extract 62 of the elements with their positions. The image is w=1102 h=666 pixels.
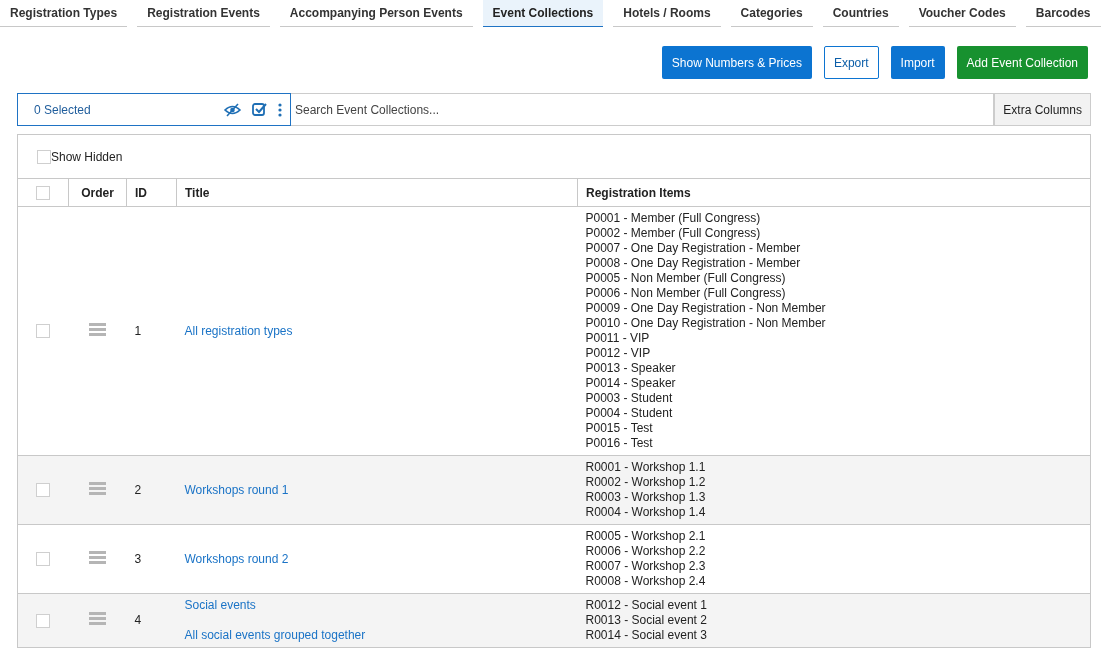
search-field[interactable]: Search Event Collections...: [291, 93, 995, 126]
registration-item: R0012 - Social event 1: [585, 598, 708, 613]
checkbox[interactable]: [37, 149, 51, 164]
selected-count: 0 Selected: [34, 102, 92, 117]
registration-item: R0005 - Workshop 2.1: [585, 529, 707, 544]
registration-item: R0013 - Social event 2: [585, 613, 708, 628]
registration-item: P0010 - One Day Registration - Non Member: [585, 316, 827, 331]
row-checkbox[interactable]: [36, 552, 51, 567]
tab[interactable]: Event Collections: [482, 0, 604, 27]
registration-item: R0001 - Workshop 1.1: [585, 460, 707, 475]
extra-columns-button[interactable]: Extra Columns: [994, 93, 1091, 126]
registration-item: P0003 - Student: [585, 391, 674, 406]
action-button[interactable]: Show Numbers & Prices: [661, 46, 812, 79]
title-link[interactable]: All registration types: [184, 323, 293, 339]
drag-handle-icon[interactable]: [89, 322, 106, 336]
action-button[interactable]: Add Event Collection: [956, 46, 1088, 79]
registration-item: R0004 - Workshop 1.4: [585, 505, 707, 520]
registration-item: R0002 - Workshop 1.2: [585, 475, 707, 490]
row-checkbox[interactable]: [36, 483, 51, 498]
hidden-eye-icon[interactable]: [224, 102, 241, 117]
registration-item: P0007 - One Day Registration - Member: [585, 241, 802, 256]
id-cell: 2: [126, 455, 177, 525]
more-icon[interactable]: [278, 102, 282, 117]
action-button[interactable]: Import: [890, 46, 945, 79]
registration-item: R0014 - Social event 3: [585, 628, 708, 643]
action-button[interactable]: Export: [823, 46, 879, 79]
registration-item: P0016 - Test: [585, 436, 654, 451]
registration-item: P0015 - Test: [585, 421, 654, 436]
id-cell: 4: [126, 593, 177, 647]
column-header: ID: [126, 178, 177, 207]
registration-item: R0008 - Workshop 2.4: [585, 574, 707, 589]
checkbox-checked-icon[interactable]: [252, 102, 267, 117]
registration-item: P0006 - Non Member (Full Congress): [585, 286, 787, 301]
select-all-checkbox[interactable]: [36, 185, 50, 200]
row-checkbox[interactable]: [36, 324, 51, 339]
registration-item: R0003 - Workshop 1.3: [585, 490, 707, 505]
column-header: Registration Items: [577, 178, 1090, 207]
drag-handle-icon[interactable]: [89, 481, 106, 495]
description-link[interactable]: All social events grouped together: [184, 628, 366, 643]
registration-item: P0001 - Member (Full Congress): [585, 211, 762, 226]
id-cell: 1: [126, 206, 177, 456]
registration-item: P0012 - VIP: [585, 346, 652, 361]
column-header: Order: [68, 178, 127, 207]
drag-handle-icon[interactable]: [89, 612, 106, 625]
registration-item: P0008 - One Day Registration - Member: [585, 256, 802, 271]
registration-item: P0004 - Student: [585, 406, 674, 421]
title-link[interactable]: Social events: [184, 598, 256, 613]
registration-item: P0009 - One Day Registration - Non Member: [585, 301, 827, 316]
registration-item: R0007 - Workshop 2.3: [585, 559, 707, 574]
registration-item: P0002 - Member (Full Congress): [585, 226, 762, 241]
title-link[interactable]: Workshops round 2: [184, 551, 289, 567]
show-hidden-label: Show Hidden: [51, 149, 123, 164]
column-header: Title: [176, 178, 578, 207]
row-checkbox[interactable]: [36, 613, 51, 628]
registration-item: R0006 - Workshop 2.2: [585, 544, 707, 559]
registration-item: P0013 - Speaker: [585, 361, 677, 376]
registration-item: P0005 - Non Member (Full Congress): [585, 271, 787, 286]
id-cell: 3: [126, 524, 177, 594]
registration-item: P0011 - VIP: [585, 331, 651, 346]
registration-item: P0014 - Speaker: [585, 376, 677, 391]
title-link[interactable]: Workshops round 1: [184, 482, 289, 498]
drag-handle-icon[interactable]: [89, 550, 106, 564]
